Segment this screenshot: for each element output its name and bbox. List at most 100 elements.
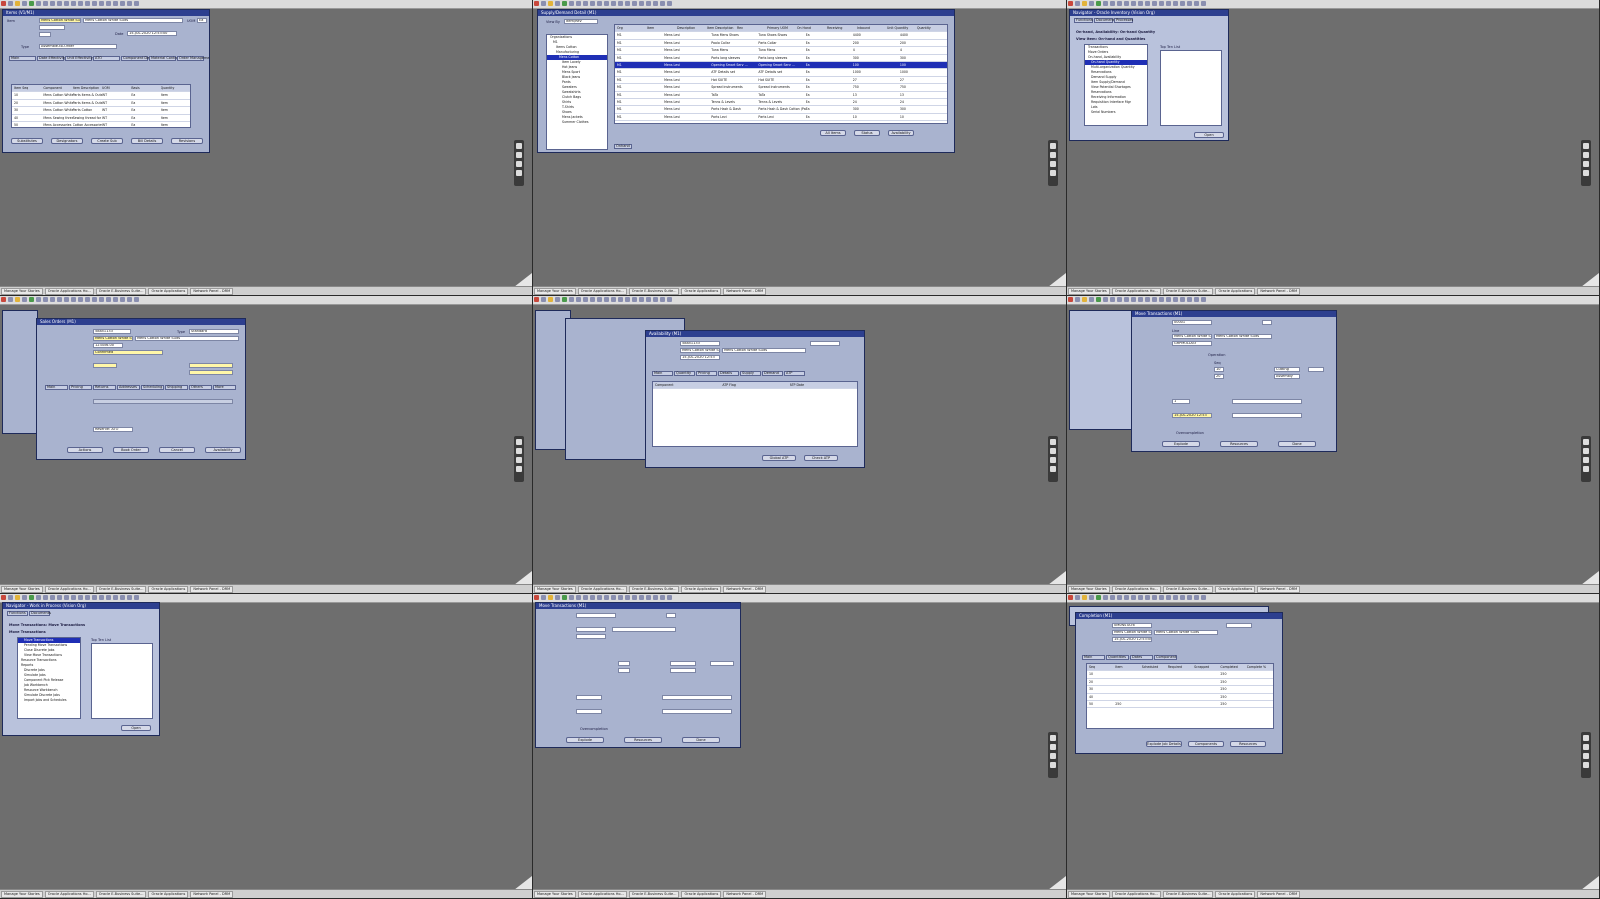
tab-component-details[interactable]: Component Details bbox=[121, 56, 157, 61]
column-header[interactable]: Completed bbox=[1220, 664, 1246, 670]
transaction-date-field[interactable]: 15-JUL-2020 12:53 bbox=[1172, 413, 1212, 418]
list-item[interactable]: Import Jobs and Schedules bbox=[18, 698, 80, 703]
taskbar-item[interactable]: Oracle Applications Ho... bbox=[44, 891, 94, 898]
tab-documents[interactable]: Documents bbox=[29, 611, 51, 616]
tab-scheduling[interactable]: Scheduling bbox=[141, 385, 164, 390]
table-row[interactable]: 40 Mens Sewing threadSewing thread for it… bbox=[12, 115, 190, 122]
taskbar[interactable]: Manage Your Stories Oracle Applications H… bbox=[533, 889, 1066, 898]
tab-documents[interactable]: Documents bbox=[1094, 18, 1116, 23]
tab-unit-effectivity[interactable]: Unit Effectivity bbox=[65, 56, 93, 61]
column-header[interactable]: Unit Quantity bbox=[887, 25, 917, 31]
tab-details[interactable]: Details bbox=[718, 371, 739, 376]
done-button[interactable]: Done bbox=[1278, 441, 1316, 447]
item-description-field[interactable]: Mens Cotton White Suits bbox=[1214, 334, 1272, 339]
taskbar[interactable]: Manage Your Stories Oracle Applications H… bbox=[1067, 286, 1599, 295]
column-header[interactable]: ATP Flag bbox=[722, 382, 789, 388]
job-field[interactable]: 0M0NSTAT6 bbox=[1112, 623, 1152, 628]
atp-grid[interactable]: Component ATP Flag ATP Date bbox=[652, 381, 858, 447]
toolbar[interactable] bbox=[533, 0, 1066, 9]
column-header[interactable]: Scheduled bbox=[1142, 664, 1168, 670]
explode-job-details-button[interactable]: Explode Job Details bbox=[1146, 741, 1182, 747]
list-item[interactable]: Summer Clothes bbox=[547, 120, 607, 125]
column-header[interactable]: Inbound bbox=[857, 25, 887, 31]
table-row[interactable]: M1 Mens Levi Parts long sleeves Parts long … bbox=[615, 55, 947, 62]
column-header[interactable]: Complete % bbox=[1247, 664, 1273, 670]
tab-material-control[interactable]: Material Control bbox=[149, 56, 179, 61]
taskbar-item[interactable]: Manage Your Stories bbox=[534, 891, 576, 898]
column-header[interactable]: Item bbox=[1115, 664, 1141, 670]
uom-field[interactable]: Ea bbox=[197, 18, 207, 23]
create-sub-button[interactable]: Create Sub bbox=[91, 138, 123, 144]
availability-button[interactable]: Availability bbox=[205, 447, 241, 453]
side-toolbar[interactable] bbox=[514, 436, 524, 482]
taskbar-item[interactable]: Oracle Applications bbox=[681, 288, 722, 295]
warehouse-field[interactable] bbox=[810, 341, 840, 346]
column-header[interactable]: ATP Date bbox=[790, 382, 857, 388]
column-header[interactable]: Item Description bbox=[707, 25, 737, 31]
table-row[interactable]: 50 Mens AccessoriesCotton AccessoriesWT Ea… bbox=[12, 122, 190, 127]
taskbar-item[interactable]: Oracle E-Business Suite... bbox=[95, 288, 147, 295]
from-seq-field[interactable]: 10 bbox=[1214, 367, 1224, 372]
column-header[interactable]: Quantity bbox=[917, 25, 947, 31]
tab-main[interactable]: Main bbox=[45, 385, 68, 390]
taskbar-item[interactable]: Oracle E-Business Suite... bbox=[628, 891, 680, 898]
table-row[interactable]: 10 Mens Cotton White JacketParts Items & … bbox=[12, 92, 190, 100]
taskbar-item[interactable]: Network Panel - DRM bbox=[723, 891, 767, 898]
taskbar-item[interactable]: Oracle Applications bbox=[148, 586, 189, 593]
side-toolbar[interactable] bbox=[1048, 732, 1058, 778]
taskbar-item[interactable]: Oracle Applications bbox=[1215, 586, 1256, 593]
taskbar-item[interactable]: Oracle Applications Ho... bbox=[577, 586, 627, 593]
taskbar-item[interactable]: Manage Your Stories bbox=[534, 288, 576, 295]
organization-tree[interactable]: Organizations M1 Items Cotton Manufacturing… bbox=[546, 34, 608, 150]
top-ten-list[interactable] bbox=[91, 643, 153, 719]
item-field[interactable]: Mens Cotton White Su bbox=[680, 348, 720, 353]
taskbar-item[interactable]: Oracle E-Business Suite... bbox=[628, 288, 680, 295]
order-number-field[interactable]: 58851133 bbox=[93, 329, 131, 334]
taskbar-item[interactable]: Oracle Applications Ho... bbox=[1111, 586, 1161, 593]
type-field[interactable]: Assemble-to-Order bbox=[39, 44, 117, 49]
reason-field[interactable] bbox=[1232, 399, 1302, 404]
taskbar-item[interactable]: Oracle Applications bbox=[681, 586, 722, 593]
taskbar-item[interactable]: Network Panel - DRM bbox=[190, 586, 234, 593]
to-department-field[interactable] bbox=[670, 668, 696, 673]
taskbar-item[interactable]: Manage Your Stories bbox=[1068, 288, 1110, 295]
order-number-field[interactable]: 58851133 bbox=[680, 341, 720, 346]
item-field[interactable]: Mens Cotton White Su bbox=[93, 336, 133, 341]
transaction-date-field[interactable] bbox=[576, 709, 602, 714]
taskbar-item[interactable]: Oracle Applications bbox=[681, 891, 722, 898]
tab-main[interactable]: Main bbox=[9, 56, 36, 61]
toolbar[interactable] bbox=[1067, 0, 1599, 9]
taskbar-item[interactable]: Manage Your Stories bbox=[1, 288, 43, 295]
status-field[interactable] bbox=[1226, 623, 1252, 628]
taskbar-item[interactable]: Oracle E-Business Suite... bbox=[95, 891, 147, 898]
taskbar-item[interactable]: Oracle Applications bbox=[1215, 288, 1256, 295]
column-header[interactable]: Rev bbox=[737, 25, 767, 31]
taskbar[interactable]: Manage Your Stories Oracle Applications H… bbox=[0, 889, 532, 898]
step-field[interactable] bbox=[1308, 367, 1324, 372]
column-header[interactable]: Component bbox=[43, 85, 72, 91]
item-description-field[interactable]: Mens Cotton White Suits bbox=[1154, 630, 1218, 635]
taskbar-item[interactable]: Network Panel - DRM bbox=[1257, 288, 1301, 295]
date-field[interactable]: 15-JUL-2020 12:53 bbox=[680, 355, 720, 360]
step-field[interactable] bbox=[710, 661, 734, 666]
taskbar[interactable]: Manage Your Stories Oracle Applications H… bbox=[1067, 584, 1599, 593]
item-field[interactable]: Mens Cotton White Su bbox=[1112, 630, 1152, 635]
uom-field[interactable] bbox=[666, 613, 676, 618]
reason-field[interactable] bbox=[662, 695, 732, 700]
components-button[interactable]: Components bbox=[1188, 741, 1224, 747]
table-row[interactable]: M1 Mens Levi ATF Details set ATF Details se… bbox=[615, 69, 947, 77]
schedule-field[interactable] bbox=[93, 363, 117, 368]
quantity-field[interactable]: 123456.00 bbox=[93, 343, 123, 348]
taskbar-item[interactable]: Oracle E-Business Suite... bbox=[628, 586, 680, 593]
bill-details-button[interactable]: Bill Details bbox=[131, 138, 163, 144]
onhand-grid[interactable]: Org Item Description Item Description Rev Pri… bbox=[614, 24, 948, 124]
table-row[interactable]: M1 Mens Levi Parts Levi Parts Levi Ea 10 10 bbox=[615, 114, 947, 122]
tab-functions[interactable]: Functions bbox=[7, 611, 28, 616]
tab-pricing[interactable]: Pricing bbox=[696, 371, 717, 376]
taskbar-item[interactable]: Network Panel - DRM bbox=[190, 288, 234, 295]
item-field[interactable] bbox=[576, 627, 606, 632]
item-field[interactable]: Mens Cotton White Suits bbox=[39, 18, 81, 23]
column-header[interactable]: Basis bbox=[131, 85, 160, 91]
status-button[interactable]: Status bbox=[854, 130, 880, 136]
resources-button[interactable]: Resources bbox=[1230, 741, 1266, 747]
